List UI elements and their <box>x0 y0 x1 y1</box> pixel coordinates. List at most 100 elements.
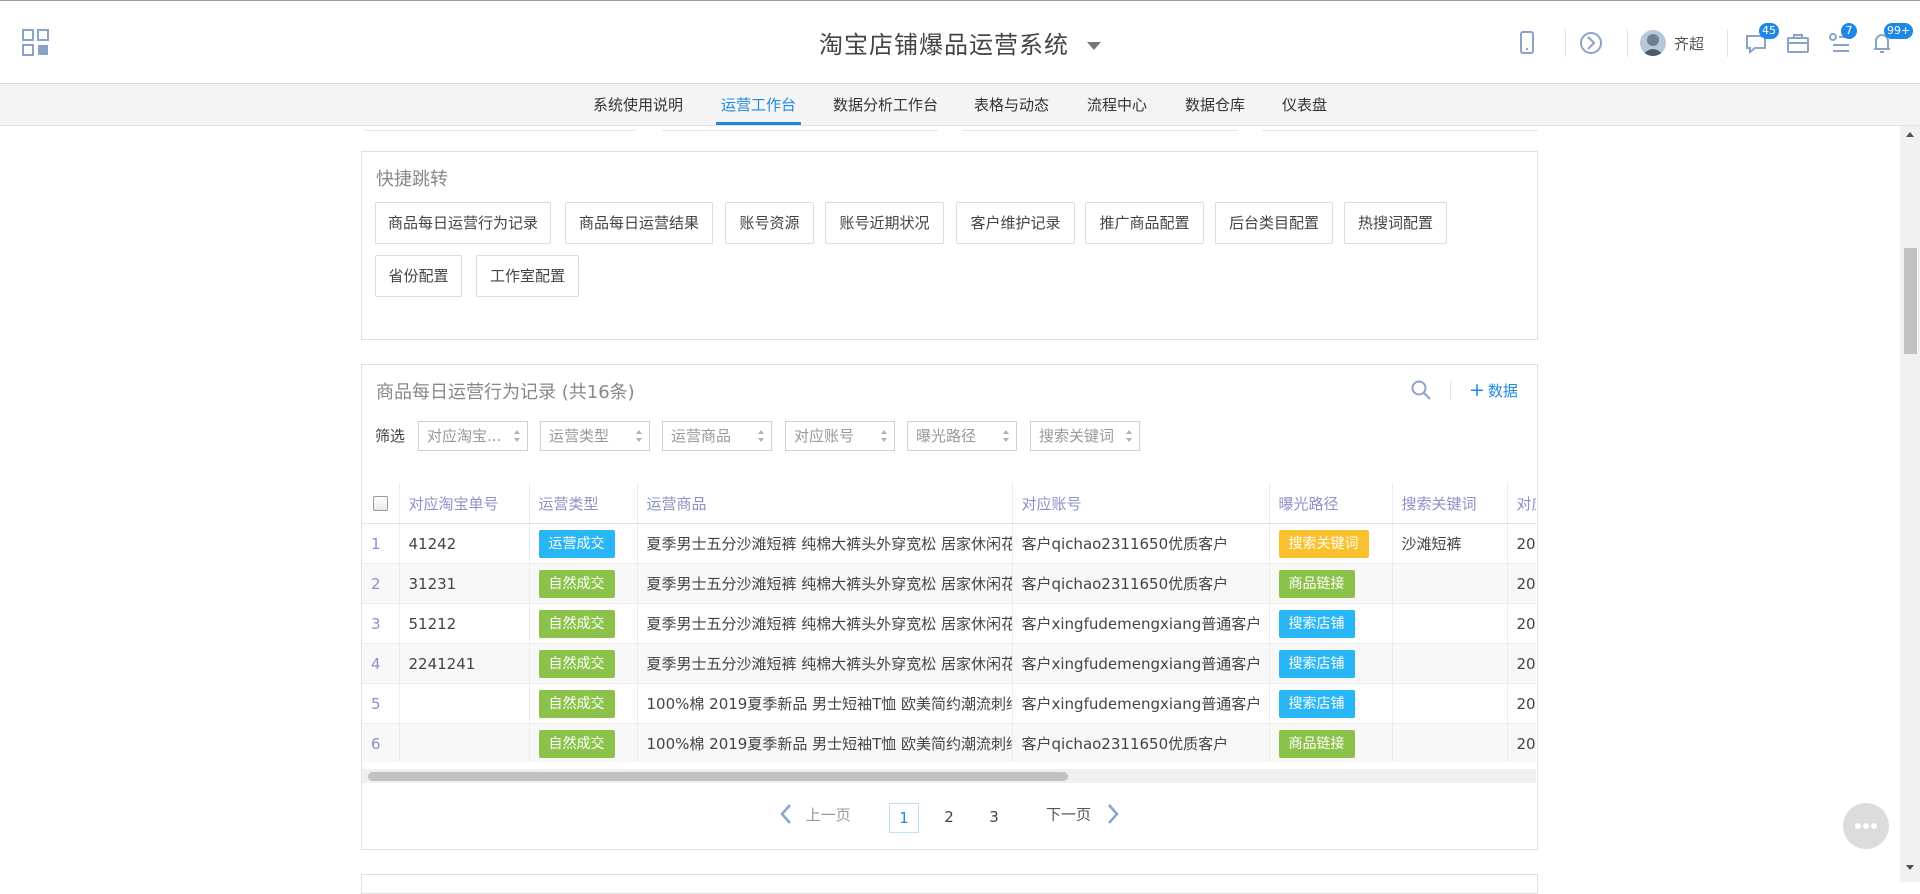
page-scrollbar-thumb[interactable] <box>1904 248 1917 354</box>
nav-item-process-center[interactable]: 流程中心 <box>1086 84 1148 125</box>
daily-records-panel: 商品每日运营行为记录 (共16条) + 数据 筛选 对应淘宝... 运营类型 运营… <box>361 364 1538 850</box>
table-row[interactable]: 5 自然成交 100%棉 2019夏季新品 男士短袖T恤 欧美简约潮流刺绣 客户xin… <box>362 683 1536 724</box>
row-index: 3 <box>362 603 399 644</box>
page-number-2[interactable]: 2 <box>934 803 964 833</box>
app-title-dropdown[interactable]: 淘宝店铺爆品运营系统 <box>0 25 1920 60</box>
quick-link-daily-result[interactable]: 商品每日运营结果 <box>565 202 713 244</box>
quick-link-province[interactable]: 省份配置 <box>375 255 462 297</box>
add-data-button[interactable]: + 数据 <box>1469 379 1518 401</box>
quick-link-studio[interactable]: 工作室配置 <box>476 255 579 297</box>
search-keyword-cell <box>1391 603 1507 644</box>
quick-link-daily-behavior[interactable]: 商品每日运营行为记录 <box>375 202 551 244</box>
quick-link-backend-category[interactable]: 后台类目配置 <box>1215 202 1333 244</box>
column-header[interactable]: 搜索关键词 <box>1391 483 1507 524</box>
scroll-up-icon[interactable] <box>1905 130 1915 138</box>
column-header[interactable]: 对应账号 <box>1011 483 1269 524</box>
filter-search-keyword[interactable]: 搜索关键词 <box>1030 421 1140 451</box>
filter-exposure-path[interactable]: 曝光路径 <box>907 421 1017 451</box>
page-vertical-scrollbar[interactable] <box>1900 126 1920 882</box>
next-page-button[interactable]: 下一页 <box>1046 803 1120 833</box>
order-number-cell: 51212 <box>398 603 529 644</box>
account-cell: 客户qichao2311650优质客户 <box>1011 523 1269 564</box>
quick-link-promoted-products[interactable]: 推广商品配置 <box>1085 202 1204 244</box>
column-header[interactable]: 运营类型 <box>528 483 637 524</box>
table-row[interactable]: 3 51212 自然成交 夏季男士五分沙滩短裤 纯棉大裤头外穿宽松 居家休闲花 客户xi… <box>362 603 1536 644</box>
nav-item-operations-workbench[interactable]: 运营工作台 <box>716 84 801 125</box>
plus-icon: + <box>1469 379 1485 401</box>
order-number-cell: 41242 <box>398 523 529 564</box>
divider <box>1450 381 1451 399</box>
main-nav: 系统使用说明 运营工作台 数据分析工作台 表格与动态 流程中心 数据仓库 仪表盘 <box>0 84 1920 126</box>
quick-link-account-status[interactable]: 账号近期状况 <box>825 202 944 244</box>
product-cell: 夏季男士五分沙滩短裤 纯棉大裤头外穿宽松 居家休闲花 <box>636 643 1012 684</box>
quick-link-customer-maintenance[interactable]: 客户维护记录 <box>956 202 1075 244</box>
page-number-1[interactable]: 1 <box>889 803 919 833</box>
horizontal-scrollbar-thumb[interactable] <box>368 772 1068 781</box>
add-data-label: 数据 <box>1487 382 1518 400</box>
filter-product[interactable]: 运营商品 <box>662 421 772 451</box>
extra-cell: 20 <box>1506 723 1536 762</box>
exposure-path-tag: 搜索关键词 <box>1278 529 1369 558</box>
tasks-button[interactable]: 7 <box>1823 23 1857 59</box>
divider <box>1727 29 1728 57</box>
operation-type-tag: 自然成交 <box>538 689 615 718</box>
next-panel-edge <box>361 874 1538 894</box>
search-icon[interactable] <box>1410 379 1432 401</box>
app-title: 淘宝店铺爆品运营系统 <box>819 31 1069 59</box>
previous-panel-edge <box>365 126 635 131</box>
exposure-path-cell: 搜索店铺 <box>1268 643 1392 684</box>
column-header[interactable]: 对应淘宝单号 <box>398 483 529 524</box>
quick-link-hot-search-words[interactable]: 热搜词配置 <box>1344 202 1447 244</box>
column-header[interactable]: 运营商品 <box>636 483 1012 524</box>
filter-operation-type[interactable]: 运营类型 <box>540 421 650 451</box>
column-header[interactable]: 对应 <box>1506 483 1536 524</box>
row-index: 2 <box>362 563 399 604</box>
filter-placeholder: 运营类型 <box>549 427 610 445</box>
exposure-path-tag: 商品链接 <box>1278 569 1355 598</box>
table-row[interactable]: 2 31231 自然成交 夏季男士五分沙滩短裤 纯棉大裤头外穿宽松 居家休闲花 客户qi… <box>362 563 1536 604</box>
compass-icon[interactable] <box>1575 27 1607 59</box>
page-number-3[interactable]: 3 <box>979 803 1009 833</box>
nav-item-data-warehouse[interactable]: 数据仓库 <box>1184 84 1246 125</box>
sort-arrows-icon <box>636 430 642 442</box>
search-keyword-cell <box>1391 643 1507 684</box>
records-table-viewport: 对应淘宝单号 运营类型 运营商品 对应账号 曝光路径 搜索关键词 对应 1412… <box>362 483 1536 762</box>
sort-arrows-icon <box>881 430 887 442</box>
table-row[interactable]: 4 2241241 自然成交 夏季男士五分沙滩短裤 纯棉大裤头外穿宽松 居家休闲花 客户… <box>362 643 1536 684</box>
prev-page-button[interactable]: 上一页 <box>779 803 851 833</box>
mobile-icon[interactable] <box>1511 27 1543 59</box>
column-header[interactable]: 曝光路径 <box>1268 483 1392 524</box>
operation-type-cell: 自然成交 <box>528 643 637 684</box>
operation-type-tag: 运营成交 <box>538 529 615 558</box>
user-menu[interactable]: 齐超 <box>1640 29 1704 57</box>
filter-order-number[interactable]: 对应淘宝... <box>418 421 528 451</box>
horizontal-scrollbar[interactable] <box>362 769 1536 783</box>
table-row[interactable]: 1 41242 运营成交 夏季男士五分沙滩短裤 纯棉大裤头外穿宽松 居家休闲花 客户qi… <box>362 523 1536 564</box>
extra-cell: 20 <box>1506 603 1536 644</box>
exposure-path-cell: 商品链接 <box>1268 723 1392 762</box>
chat-button[interactable]: 45 <box>1741 23 1779 59</box>
notifications-button[interactable]: 99+ <box>1866 23 1914 59</box>
tasks-badge: 7 <box>1841 23 1857 39</box>
chevron-right-icon <box>1107 804 1119 824</box>
nav-item-dashboard[interactable]: 仪表盘 <box>1281 84 1328 125</box>
filter-placeholder: 搜索关键词 <box>1039 427 1115 445</box>
panel-title: 商品每日运营行为记录 (共16条) <box>376 382 635 403</box>
filter-placeholder: 运营商品 <box>671 427 732 445</box>
nav-item-tables-feed[interactable]: 表格与动态 <box>973 84 1050 125</box>
quick-link-account-resources[interactable]: 账号资源 <box>725 202 814 244</box>
nav-item-usage-guide[interactable]: 系统使用说明 <box>592 84 684 125</box>
floating-more-button[interactable] <box>1843 803 1889 849</box>
table-row[interactable]: 6 自然成交 100%棉 2019夏季新品 男士短袖T恤 欧美简约潮流刺绣 客户qic… <box>362 723 1536 762</box>
select-all-checkbox[interactable] <box>372 496 388 511</box>
previous-panel-edge <box>1262 126 1538 131</box>
scroll-down-icon[interactable] <box>1905 864 1915 872</box>
caret-down-icon <box>1087 42 1101 50</box>
nav-item-data-analysis[interactable]: 数据分析工作台 <box>832 84 939 125</box>
filter-account[interactable]: 对应账号 <box>785 421 895 451</box>
exposure-path-cell: 搜索店铺 <box>1268 603 1392 644</box>
briefcase-icon[interactable] <box>1782 27 1814 59</box>
next-page-label: 下一页 <box>1046 805 1092 824</box>
search-keyword-cell <box>1391 683 1507 724</box>
exposure-path-tag: 商品链接 <box>1278 729 1355 758</box>
